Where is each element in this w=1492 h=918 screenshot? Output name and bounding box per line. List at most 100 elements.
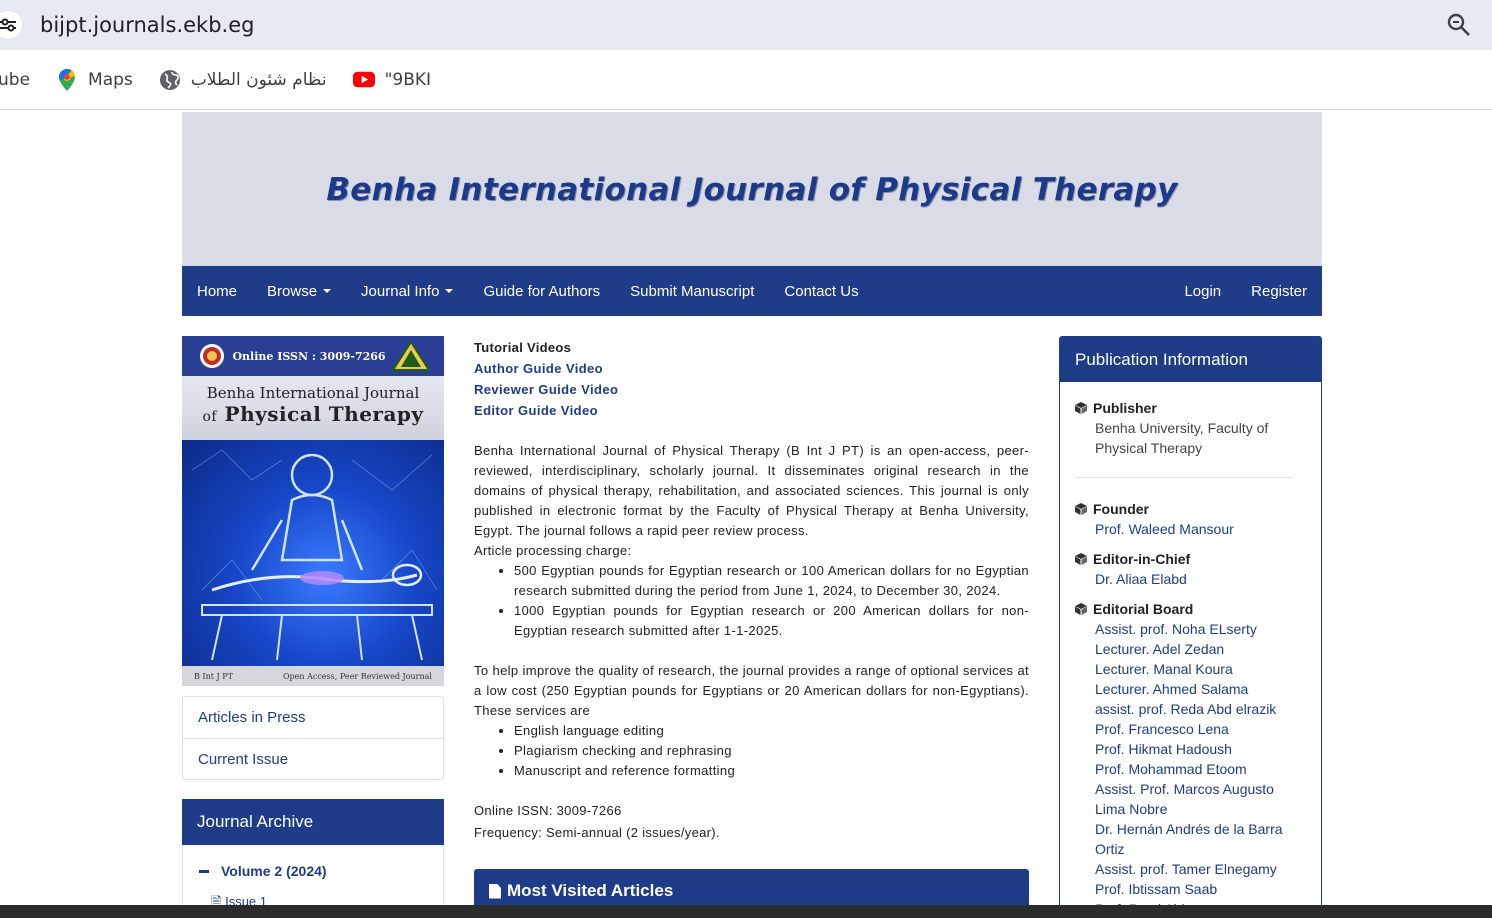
cover-foot-left: B Int J PT [194, 671, 233, 681]
cube-icon [1075, 402, 1087, 414]
side-links-list: Articles in Press Current Issue [182, 696, 444, 780]
journal-description: Benha International Journal of Physical … [474, 443, 1029, 538]
url-text[interactable]: bijpt.journals.ekb.eg [40, 13, 254, 37]
nav-home[interactable]: Home [182, 266, 252, 316]
editor-in-chief-label: Editor-in-Chief [1093, 551, 1191, 567]
journal-archive-heading: Journal Archive [182, 799, 444, 845]
nav-submit-manuscript[interactable]: Submit Manuscript [615, 266, 769, 316]
editor-guide-video-link[interactable]: Editor Guide Video [474, 400, 1029, 421]
board-member-link[interactable]: Dr. Hernán Andrés de la Barra Ortiz [1075, 819, 1290, 859]
nav-home-label: Home [197, 282, 238, 300]
board-member-link[interactable]: Lecturer. Ahmed Salama [1075, 679, 1290, 699]
reviewer-guide-video-link[interactable]: Reviewer Guide Video [474, 379, 1029, 400]
editorial-board-label: Editorial Board [1093, 601, 1194, 617]
board-member-link[interactable]: Assist. Prof. Marcos Augusto Lima Nobre [1075, 779, 1290, 819]
nav-browse-label: Browse [267, 282, 318, 300]
cube-icon [1075, 603, 1087, 615]
current-issue-link[interactable]: Current Issue [183, 738, 443, 779]
service-item: Manuscript and reference formatting [514, 761, 1029, 781]
board-member-link[interactable]: assist. prof. Reda Abd elrazik [1075, 699, 1290, 719]
nav-journal-info-label: Journal Info [361, 282, 440, 300]
faculty-logo-icon [392, 341, 430, 371]
maps-pin-icon [56, 68, 78, 91]
publisher-section: Publisher Benha University, Faculty of P… [1075, 398, 1285, 458]
publication-info-heading: Publication Information [1060, 337, 1321, 382]
board-member-link[interactable]: Lecturer. Adel Zedan [1075, 639, 1290, 659]
publisher-label: Publisher [1093, 400, 1157, 416]
editor-in-chief-section: Editor-in-Chief Dr. Aliaa Elabd [1075, 549, 1190, 589]
nav-register[interactable]: Register [1236, 266, 1322, 316]
document-icon [489, 883, 501, 899]
volume-toggle[interactable]: Volume 2 (2024) [199, 863, 327, 879]
nav-journal-info[interactable]: Journal Info [346, 266, 468, 316]
bookmark-label: "9BKI [384, 69, 432, 90]
nav-guide-for-authors[interactable]: Guide for Authors [468, 266, 615, 316]
collapse-minus-icon [199, 869, 209, 873]
articles-in-press-link[interactable]: Articles in Press [183, 697, 443, 738]
main-content: Tutorial Videos Author Guide Video Revie… [474, 338, 1029, 843]
services-intro: To help improve the quality of research,… [474, 663, 1029, 718]
caret-down-icon [445, 289, 454, 293]
zoom-icon[interactable] [1446, 12, 1472, 38]
banner-title: Benha International Journal of Physical … [326, 172, 1178, 208]
bookmark-video[interactable]: "9BKI [352, 69, 432, 91]
cube-icon [1075, 553, 1087, 565]
youtube-icon [352, 69, 375, 91]
taskbar-strip [0, 905, 1492, 918]
tutorial-videos-heading: Tutorial Videos [474, 340, 572, 355]
apc-item: 1000 Egyptian pounds for Egyptian resear… [514, 601, 1029, 641]
cover-issn: Online ISSN : 3009-7266 [232, 349, 386, 363]
board-member-link[interactable]: Prof. Hikmat Hadoush [1075, 739, 1290, 759]
caret-down-icon [323, 289, 332, 293]
journal-banner: Benha International Journal of Physical … [182, 112, 1322, 266]
bookmark-label: ube [0, 69, 31, 90]
nav-submit-label: Submit Manuscript [630, 282, 755, 300]
apc-list: 500 Egyptian pounds for Egyptian researc… [514, 561, 1029, 641]
cover-foot-right: Open Access, Peer Reviewed Journal [282, 671, 432, 681]
founder-link[interactable]: Prof. Waleed Mansour [1075, 519, 1234, 539]
apc-heading: Article processing charge: [474, 543, 632, 558]
volume-label: Volume 2 (2024) [221, 863, 327, 879]
main-navbar: Home Browse Journal Info Guide for Autho… [182, 266, 1322, 316]
online-issn: Online ISSN: 3009-7266 [474, 803, 622, 818]
nav-contact-us[interactable]: Contact Us [769, 266, 873, 316]
services-list: English language editing Plagiarism chec… [514, 721, 1029, 781]
publication-info-panel: Publication Information Publisher Benha … [1059, 336, 1322, 918]
journal-cover-image[interactable]: Online ISSN : 3009-7266 Benha Internatio… [182, 336, 444, 686]
bookmarks-bar: ube Maps نظام شئون الطلاب "9BKI [0, 50, 1492, 110]
publisher-value: Benha University, Faculty of Physical Th… [1095, 420, 1269, 456]
address-bar[interactable]: bijpt.journals.ekb.eg [0, 0, 1492, 50]
cover-title-line2: Physical Therapy [224, 402, 424, 426]
cube-icon [1075, 503, 1087, 515]
author-guide-video-link[interactable]: Author Guide Video [474, 358, 1029, 379]
site-settings-icon[interactable] [0, 11, 22, 39]
cover-title: Benha International Journal of Physical … [182, 376, 444, 440]
board-member-link[interactable]: Assist. prof. Tamer Elnegamy [1075, 859, 1290, 879]
nav-guide-label: Guide for Authors [483, 282, 601, 300]
most-visited-label: Most Visited Articles [507, 881, 674, 900]
cover-footer: B Int J PT Open Access, Peer Reviewed Jo… [182, 666, 444, 686]
board-member-link[interactable]: Assist. prof. Noha ELserty [1075, 619, 1290, 639]
board-member-link[interactable]: Prof. Ibtissam Saab [1075, 879, 1290, 899]
service-item: Plagiarism checking and rephrasing [514, 741, 1029, 761]
bookmark-label: نظام شئون الطلاب [190, 69, 327, 90]
editor-in-chief-link[interactable]: Dr. Aliaa Elabd [1075, 569, 1190, 589]
cover-illustration [182, 440, 444, 666]
nav-browse[interactable]: Browse [252, 266, 346, 316]
bookmark-maps[interactable]: Maps [56, 68, 133, 91]
cover-header: Online ISSN : 3009-7266 [182, 336, 444, 376]
globe-icon [159, 69, 181, 91]
board-member-link[interactable]: Prof. Francesco Lena [1075, 719, 1290, 739]
divider [1075, 477, 1293, 478]
board-member-link[interactable]: Prof. Mohammad Etoom [1075, 759, 1290, 779]
bookmark-youtube[interactable]: ube [0, 70, 30, 90]
nav-contact-label: Contact Us [784, 282, 859, 300]
university-logo-icon [200, 344, 224, 368]
founder-section: Founder Prof. Waleed Mansour [1075, 499, 1234, 539]
nav-login[interactable]: Login [1169, 266, 1236, 316]
editorial-board-section: Editorial Board Assist. prof. Noha ELser… [1075, 599, 1290, 918]
nav-login-label: Login [1184, 282, 1222, 300]
board-member-link[interactable]: Lecturer. Manal Koura [1075, 659, 1290, 679]
bookmark-student-affairs[interactable]: نظام شئون الطلاب [159, 69, 327, 91]
service-item: English language editing [514, 721, 1029, 741]
